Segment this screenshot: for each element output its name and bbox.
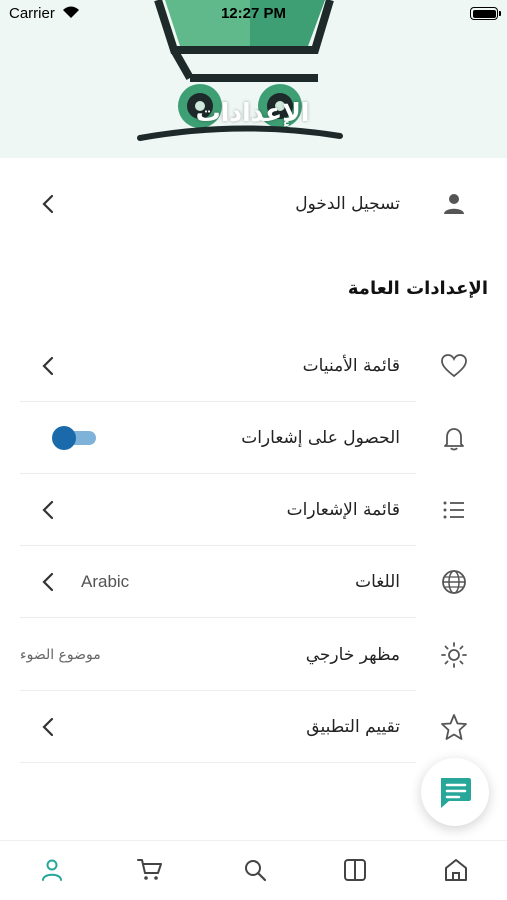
clock: 12:27 PM <box>220 5 287 22</box>
wishlist-label: قائمة الأمنيات <box>302 356 400 376</box>
notifications-toggle[interactable] <box>52 425 96 451</box>
sun-icon <box>441 642 467 668</box>
chat-icon <box>441 778 471 808</box>
wishlist-row[interactable]: قائمة الأمنيات <box>20 330 487 402</box>
chevron-left-icon <box>42 356 54 376</box>
notifications-toggle-row: الحصول على إشعارات <box>20 402 487 474</box>
header-banner: الإعدادات Carrier 12:27 PM <box>0 0 507 158</box>
chevron-left-icon <box>42 194 54 214</box>
heart-icon <box>441 354 467 378</box>
rate-app-row[interactable]: تقييم التطبيق <box>20 691 487 763</box>
divider <box>20 617 416 618</box>
notification-list-label: قائمة الإشعارات <box>286 500 400 520</box>
book-icon[interactable] <box>342 857 368 883</box>
section-title-general: الإعدادات العامة <box>347 278 488 299</box>
chat-button[interactable] <box>421 758 489 826</box>
list-icon <box>443 501 464 519</box>
user-icon <box>444 194 464 214</box>
chevron-left-icon <box>42 500 54 520</box>
chevron-left-icon <box>42 717 54 737</box>
login-row[interactable]: تسجيل الدخول <box>20 168 487 240</box>
theme-value: موضوع الضوء <box>20 647 101 663</box>
languages-row[interactable]: اللغات Arabic <box>20 546 487 618</box>
notification-list-row[interactable]: قائمة الإشعارات <box>20 474 487 546</box>
home-icon[interactable] <box>443 857 469 883</box>
search-icon[interactable] <box>242 857 268 883</box>
page-title: الإعدادات <box>195 98 310 127</box>
tab-bar <box>0 840 507 900</box>
divider <box>20 762 416 763</box>
rate-app-label: تقييم التطبيق <box>306 717 400 737</box>
battery-icon <box>470 7 501 20</box>
profile-icon[interactable] <box>39 857 65 883</box>
globe-icon <box>442 570 466 594</box>
appearance-label: مظهر خارجي <box>305 645 400 665</box>
cart-icon[interactable] <box>137 857 163 883</box>
chevron-left-icon <box>42 572 54 592</box>
bell-icon <box>444 428 464 451</box>
star-icon <box>441 714 467 740</box>
notifications-label: الحصول على إشعارات <box>241 428 400 448</box>
status-bar: Carrier 12:27 PM <box>0 0 507 28</box>
languages-label: اللغات <box>355 572 400 592</box>
login-label: تسجيل الدخول <box>295 194 400 214</box>
language-value: Arabic <box>81 572 130 591</box>
appearance-row[interactable]: مظهر خارجي موضوع الضوء <box>20 619 487 691</box>
